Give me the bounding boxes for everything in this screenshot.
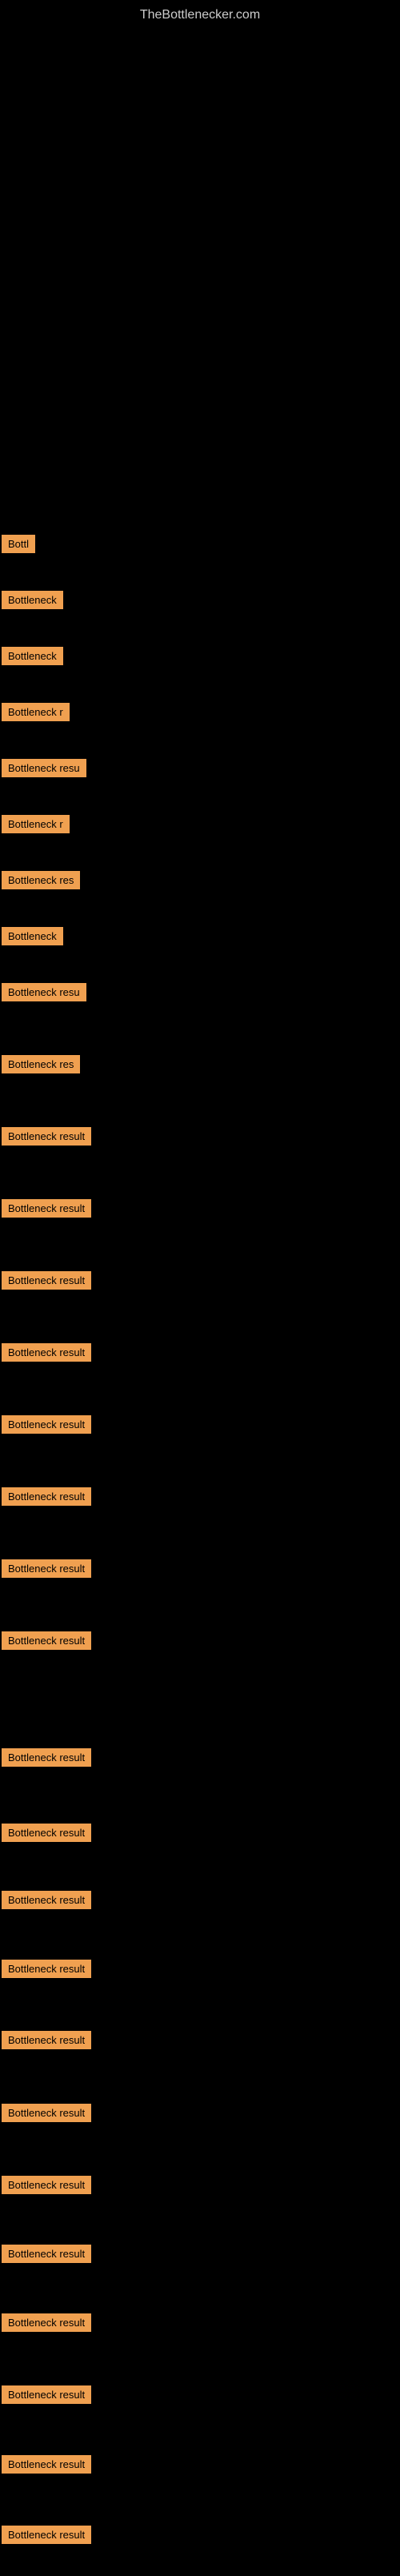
bottleneck-item: Bottleneck result [2,1559,91,1578]
bottleneck-item: Bottleneck result [2,2526,91,2544]
bottleneck-item: Bottleneck result [2,2031,91,2049]
bottleneck-item: Bottleneck [2,647,63,665]
bottleneck-item: Bottleneck resu [2,983,86,1001]
bottleneck-item: Bottleneck result [2,1487,91,1506]
bottleneck-item: Bottleneck res [2,1055,80,1073]
bottleneck-item: Bottl [2,535,35,553]
bottleneck-item: Bottleneck result [2,1271,91,1290]
bottleneck-item: Bottleneck result [2,1127,91,1146]
bottleneck-item: Bottleneck res [2,871,80,889]
bottleneck-item: Bottleneck result [2,1824,91,1842]
bottleneck-item: Bottleneck result [2,1748,91,1767]
bottleneck-item: Bottleneck result [2,2104,91,2122]
bottleneck-item: Bottleneck resu [2,759,86,777]
bottleneck-item: Bottleneck result [2,2385,91,2404]
bottleneck-item: Bottleneck [2,591,63,609]
bottleneck-item: Bottleneck result [2,1343,91,1362]
bottleneck-item: Bottleneck [2,927,63,945]
bottleneck-item: Bottleneck result [2,2455,91,2474]
bottleneck-item: Bottleneck result [2,2176,91,2194]
bottleneck-item: Bottleneck r [2,815,70,833]
bottleneck-item: Bottleneck result [2,1631,91,1650]
bottleneck-item: Bottleneck result [2,1891,91,1909]
bottleneck-item: Bottleneck r [2,703,70,721]
bottleneck-item: Bottleneck result [2,2313,91,2332]
bottleneck-item: Bottleneck result [2,1415,91,1434]
bottleneck-item: Bottleneck result [2,1199,91,1218]
bottleneck-item: Bottleneck result [2,2245,91,2263]
bottleneck-item: Bottleneck result [2,1960,91,1978]
site-title: TheBottlenecker.com [0,0,400,30]
